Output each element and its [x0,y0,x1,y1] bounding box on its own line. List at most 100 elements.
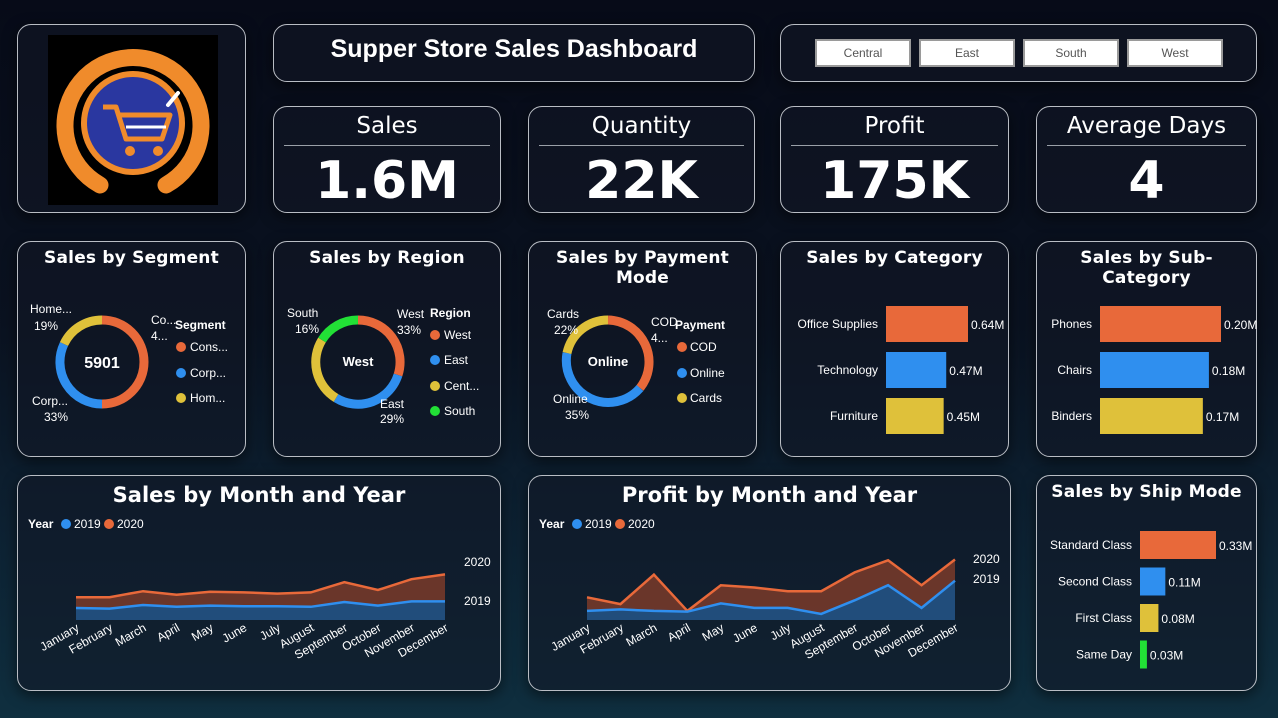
region-slicer: Central East South West [780,24,1257,82]
bar-category-label: Chairs [1057,363,1092,377]
bar[interactable] [1140,604,1159,632]
region-slicer-east[interactable]: East [919,39,1015,67]
donut-label-name: East [380,397,405,411]
payment-donut-chart[interactable]: Online Cards 22% COD 4... Online 35% Pay… [529,278,758,458]
legend-marker [677,342,687,352]
kpi-value: 175K [820,151,969,211]
bar-value-label: 0.64M [971,318,1004,332]
series-end-label: 2019 [973,572,1000,586]
subcategory-bar-chart[interactable]: Phones 0.20M Chairs 0.18M Binders 0.17M [1037,278,1258,458]
bar-value-label: 0.33M [1219,539,1252,553]
kpi-value: 1.6M [315,151,459,211]
legend-item[interactable]: 2020 [117,517,144,531]
divider [791,145,998,146]
donut-slice-central[interactable] [311,337,339,402]
legend-item[interactable]: Hom... [190,391,225,405]
chart-title: Sales by Month and Year [112,483,406,507]
bar[interactable] [886,398,944,434]
legend-title: Region [430,306,471,320]
region-slicer-south[interactable]: South [1023,39,1119,67]
divider [539,145,744,146]
donut-label-name: Co... [151,313,176,327]
region-slicer-central[interactable]: Central [815,39,911,67]
legend-item[interactable]: East [444,353,469,367]
region-donut-chart[interactable]: West South 16% West 33% East 29% Region … [274,278,502,458]
donut-label-pct: 19% [34,319,58,333]
bar[interactable] [1140,640,1147,669]
legend-item[interactable]: Online [690,366,725,380]
divider [284,145,490,146]
sales-month-area-chart[interactable]: Year 2019 202020202019JanuaryFebruaryMarch… [18,512,502,692]
sales-month-card: Sales by Month and Year Year 2019 2020 2020… [17,475,501,691]
segment-donut-chart[interactable]: 5901 Home... 19% Co... 4... Corp... 33% … [18,278,247,458]
bar-value-label: 0.18M [1212,364,1245,378]
x-tick-label: May [700,620,727,643]
legend-marker [61,519,71,529]
legend-item[interactable]: 2019 [585,517,612,531]
x-tick-label: May [189,620,216,643]
region-slicer-west[interactable]: West [1127,39,1223,67]
legend-item[interactable]: West [444,328,472,342]
bar-category-label: Furniture [830,409,878,423]
donut-label-name: COD [651,315,678,329]
legend-item[interactable]: COD [690,340,717,354]
legend-item[interactable]: Cons... [190,340,228,354]
legend-item[interactable]: South [444,404,475,418]
x-tick-label: March [624,620,660,649]
donut-label-name: Corp... [32,394,68,408]
legend-item[interactable]: Cards [690,391,722,405]
legend-marker [430,355,440,365]
bar[interactable] [1100,352,1209,388]
bar-category-label: First Class [1075,611,1132,625]
bar[interactable] [886,352,947,388]
series-end-label: 2019 [464,594,491,608]
kpi-label: Quantity [591,113,692,139]
legend-marker [677,368,687,378]
shipmode-bar-card: Sales by Ship Mode Standard Class 0.33M Se… [1036,475,1257,691]
donut-slice-home-office[interactable] [59,315,103,347]
legend-title: Payment [675,318,725,332]
payment-donut-card: Sales by Payment Mode Online Cards 22% C… [528,241,757,457]
bar[interactable] [1140,567,1166,596]
category-bar-chart[interactable]: Office Supplies 0.64M Technology 0.47M Furni… [781,278,1010,458]
profit-month-area-chart[interactable]: Year 2019 202020202019JanuaryFebruaryMarch… [529,512,1012,692]
divider [1047,145,1246,146]
bar[interactable] [1140,531,1216,559]
bar-value-label: 0.03M [1150,649,1183,663]
donut-label-pct: 33% [397,323,421,337]
chart-title: Sales by Segment [44,248,219,268]
donut-label-pct: 35% [565,408,589,422]
donut-label-pct: 16% [295,322,319,336]
legend-item[interactable]: 2020 [628,517,655,531]
donut-label-pct: 33% [44,410,68,424]
donut-center-value: 5901 [84,355,120,372]
donut-label-name: Cards [547,307,579,321]
bar-category-label: Technology [817,363,878,377]
donut-label-pct: 29% [380,412,404,426]
kpi-value: 4 [1128,151,1165,211]
shipmode-bar-chart[interactable]: Standard Class 0.33M Second Class 0.11M Firs… [1037,512,1258,692]
donut-label-name: Online [553,392,588,406]
bar-category-label: Second Class [1058,575,1132,589]
legend-marker [104,519,114,529]
bar-value-label: 0.45M [947,410,980,424]
x-tick-label: June [730,620,760,645]
donut-label-name: Home... [30,302,72,316]
chart-title: Sales by Category [806,248,983,268]
legend-marker [677,393,687,403]
bar[interactable] [1100,306,1221,342]
legend-item[interactable]: Corp... [190,366,226,380]
dashboard-title-card: Supper Store Sales Dashboard [273,24,755,82]
chart-title: Profit by Month and Year [621,483,918,507]
legend-item[interactable]: Cent... [444,379,479,393]
bar-category-label: Standard Class [1050,538,1132,552]
donut-slice-south[interactable] [318,315,359,343]
legend-item[interactable]: 2019 [74,517,101,531]
donut-center-value: West [343,354,374,369]
bar[interactable] [886,306,968,342]
chart-title: Sales by Ship Mode [1051,482,1242,502]
kpi-label: Profit [864,113,925,139]
legend-title: Year [539,517,565,531]
bar[interactable] [1100,398,1203,434]
kpi-average-days-card: Average Days 4 [1036,106,1257,213]
